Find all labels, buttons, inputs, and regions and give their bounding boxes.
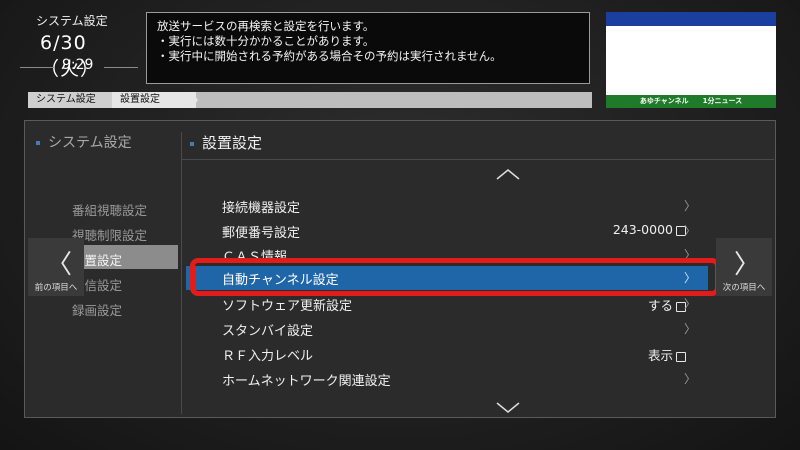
- software-update-value: する: [647, 298, 673, 313]
- chevron-right-icon: 〉: [683, 322, 696, 336]
- breadcrumb-separator: [192, 92, 198, 108]
- postal-code-value: 243-0000: [612, 222, 673, 237]
- menu-item-label: 接続機器設定: [222, 201, 301, 216]
- breadcrumb-item-installation-settings: 設置設定: [112, 92, 196, 108]
- bullet-icon: [190, 141, 194, 146]
- chevron-right-icon: 〉: [683, 372, 696, 386]
- menu-item-rf-input-level[interactable]: ＲＦ入力レベル 表示: [186, 342, 708, 366]
- clock-divider-left: [20, 67, 54, 68]
- help-message-line: 放送サービスの再検索と設定を行います。: [157, 19, 375, 33]
- menu-item-value: する: [648, 295, 686, 314]
- menu-item-connected-devices[interactable]: 接続機器設定 〉: [186, 194, 708, 218]
- panel-vertical-divider: [181, 132, 182, 414]
- right-panel-title-text: 設置設定: [202, 134, 263, 152]
- breadcrumb: システム設定 設置設定: [28, 92, 592, 108]
- scroll-up-icon[interactable]: [496, 168, 520, 180]
- help-message-line: ・実行中に開始される予約がある場合その予約は実行されません。: [157, 49, 502, 63]
- panel-header-divider: [182, 159, 774, 160]
- help-message-box: 放送サービスの再検索と設定を行います。 ・実行には数十分かかることがあります。 …: [146, 12, 590, 84]
- rf-input-level-value: 表示: [647, 348, 673, 363]
- next-item-label: 次の項目へ: [722, 283, 766, 293]
- next-item-button[interactable]: 〉 次の項目へ: [716, 238, 772, 296]
- menu-item-label: ソフトウェア更新設定: [222, 299, 353, 314]
- chevron-right-icon: 〉: [683, 199, 696, 213]
- menu-item-label: スタンバイ設定: [222, 324, 314, 339]
- clock-divider-right: [104, 67, 138, 68]
- previous-item-button[interactable]: 〈 前の項目へ: [28, 238, 84, 296]
- external-link-icon: [676, 351, 686, 362]
- menu-item-postal-code[interactable]: 郵便番号設定 243-0000 〉: [186, 219, 708, 243]
- left-panel-title: システム設定: [36, 132, 132, 152]
- menu-item-value: 243-0000: [613, 222, 686, 237]
- clock-panel: システム設定 6/30（火） 9:29: [18, 10, 138, 84]
- help-message-line: ・実行には数十分かかることがあります。: [157, 34, 375, 48]
- left-menu-item-recording[interactable]: 録画設定: [72, 300, 122, 319]
- menu-item-home-network[interactable]: ホームネットワーク関連設定 〉: [186, 367, 708, 391]
- chevron-right-icon: 〉: [734, 250, 761, 280]
- menu-item-standby[interactable]: スタンバイ設定 〉: [186, 317, 708, 341]
- bullet-icon: [36, 141, 40, 145]
- clock-title: システム設定: [36, 14, 108, 28]
- highlight-annotation: [190, 258, 720, 296]
- preview-top-bar: [606, 12, 776, 26]
- clock-time: 9:29: [62, 57, 94, 73]
- scroll-down-icon[interactable]: [496, 402, 520, 414]
- breadcrumb-item-system-settings: システム設定: [28, 92, 112, 108]
- right-panel-title: 設置設定: [190, 132, 262, 153]
- chevron-right-icon: 〉: [683, 297, 696, 311]
- preview-caption: あゆチャンネル 1分ニュース: [606, 95, 776, 108]
- chevron-right-icon: 〉: [683, 224, 696, 238]
- menu-item-label: 郵便番号設定: [222, 226, 301, 241]
- menu-item-label: ホームネットワーク関連設定: [222, 374, 391, 389]
- previous-item-label: 前の項目へ: [34, 283, 78, 293]
- chevron-left-icon: 〈: [46, 250, 73, 280]
- menu-item-label: ＲＦ入力レベル: [222, 349, 314, 364]
- menu-item-value: 表示: [648, 345, 686, 364]
- tv-preview: あゆチャンネル 1分ニュース: [606, 12, 776, 108]
- left-panel-title-text: システム設定: [48, 135, 132, 151]
- left-menu-item-program-viewing[interactable]: 番組視聴設定: [72, 200, 147, 219]
